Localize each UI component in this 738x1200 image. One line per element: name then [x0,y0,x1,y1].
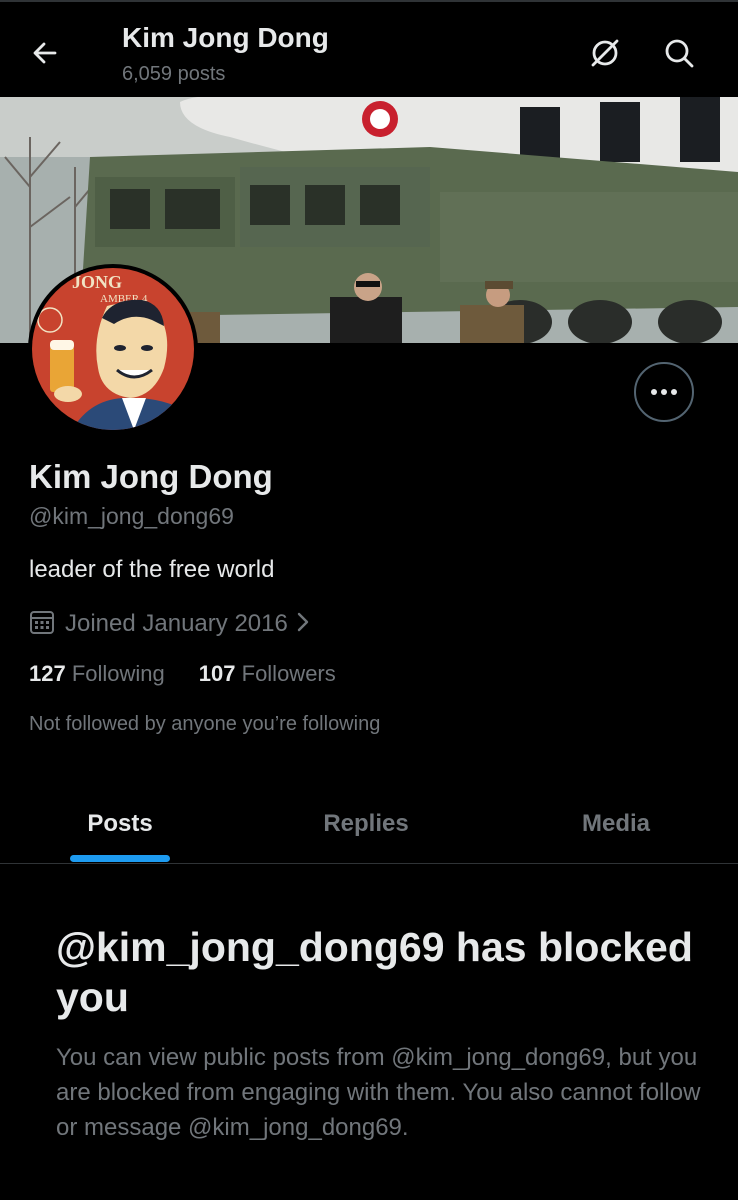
top-bar: Kim Jong Dong 6,059 posts [0,0,738,97]
arrow-left-icon [31,39,59,72]
tab-replies[interactable]: Replies [246,785,486,863]
post-count: 6,059 posts [122,63,226,85]
following-count: 127 [29,661,66,686]
joined-date[interactable]: Joined January 2016 [29,608,310,640]
ellipsis-icon [649,383,679,401]
profile-name: Kim Jong Dong [29,458,273,495]
blocked-body: You can view public posts from @kim_jong… [56,1044,701,1141]
search-button[interactable] [656,32,702,78]
header-title: Kim Jong Dong [122,22,329,53]
more-options-button[interactable] [634,362,694,422]
followers-link[interactable]: 107 Followers [199,661,336,687]
following-link[interactable]: 127 Following [29,661,165,687]
tab-posts[interactable]: Posts [0,785,240,863]
calendar-icon [29,609,55,640]
avatar-image: JONG AMBER 4 [32,268,194,430]
joined-text: Joined January 2016 [65,610,288,637]
profile-bio: leader of the free world [29,556,275,583]
grok-button[interactable] [582,32,628,78]
followers-label: Followers [241,661,336,686]
back-button[interactable] [22,32,68,78]
avatar[interactable]: JONG AMBER 4 [28,264,198,434]
profile-handle: @kim_jong_dong69 [29,503,234,529]
active-tab-indicator [70,855,170,862]
chevron-right-icon [296,611,310,638]
search-icon [663,37,695,74]
blocked-title: @kim_jong_dong69 has blocked you [56,924,693,1020]
avatar-sign-text: JONG [72,272,122,292]
profile-stats: 127 Following 107 Followers [29,661,336,687]
profile-tabs: Posts Replies Media [0,785,738,864]
followers-count: 107 [198,661,236,686]
tab-media[interactable]: Media [494,785,738,863]
following-label: Following [71,661,165,686]
grok-slash-icon [588,36,622,75]
followed-by-info: Not followed by anyone you’re following [29,713,381,735]
